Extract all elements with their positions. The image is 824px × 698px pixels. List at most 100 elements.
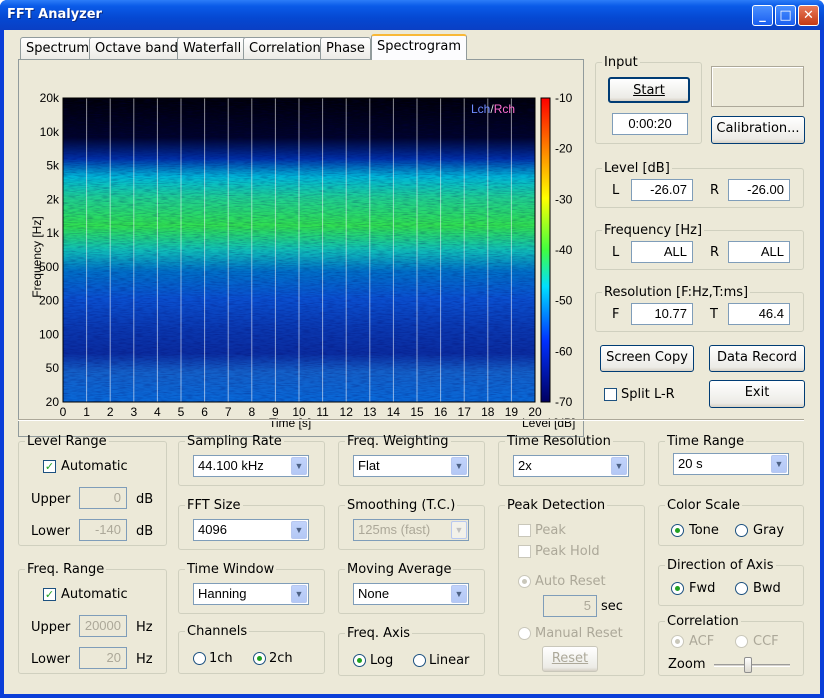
frequency-r-value: ALL	[728, 241, 790, 263]
start-button[interactable]: Start	[608, 77, 690, 103]
auto-reset-sec-unit: sec	[601, 599, 623, 614]
chevron-down-icon: ▼	[611, 457, 627, 475]
tab-spectrum[interactable]: Spectrum	[20, 37, 95, 59]
freq-range-title: Freq. Range	[27, 562, 105, 577]
correlation-title: Correlation	[667, 614, 739, 629]
title-bar[interactable]: FFT Analyzer _ □ ✕	[0, 0, 824, 30]
chevron-down-icon: ▼	[291, 521, 307, 539]
freq-axis-linear-label: Linear	[429, 653, 470, 668]
zoom-slider-track[interactable]	[714, 664, 790, 667]
chevron-down-icon: ▼	[291, 457, 307, 475]
fft-size-title: FFT Size	[187, 498, 241, 513]
time-resolution-value: 2x	[518, 458, 532, 473]
zoom-slider-thumb[interactable]	[744, 657, 752, 673]
split-lr-checkbox[interactable]	[604, 388, 617, 401]
direction-title: Direction of Axis	[667, 558, 774, 573]
data-record-button[interactable]: Data Record	[709, 345, 805, 372]
sampling-rate-select[interactable]: 44.100 kHz ▼	[193, 455, 309, 477]
y-tick-label: 20k	[40, 91, 60, 105]
smoothing-select[interactable]: 125ms (fast) ▼	[353, 519, 469, 541]
x-tick-label: 13	[363, 405, 377, 419]
exit-button[interactable]: Exit	[709, 380, 805, 408]
auto-reset-radio[interactable]	[518, 575, 531, 588]
freq-upper-input[interactable]: 20000	[79, 615, 127, 637]
moving-average-select[interactable]: None ▼	[353, 583, 469, 605]
split-lr-label: Split L-R	[621, 387, 675, 402]
level-group-title: Level [dB]	[604, 161, 670, 176]
time-window-value: Hanning	[198, 586, 247, 601]
freq-range-automatic-checkbox[interactable]: ✓	[43, 588, 56, 601]
channels-1ch-radio[interactable]	[193, 652, 206, 665]
level-upper-input[interactable]: 0	[79, 487, 127, 509]
peak-hold-checkbox[interactable]	[518, 545, 531, 558]
screen-copy-button[interactable]: Screen Copy	[600, 345, 694, 372]
correlation-acf-label: ACF	[689, 634, 715, 649]
channels-2ch-radio[interactable]	[253, 652, 266, 665]
y-tick-label: 20	[46, 395, 60, 409]
x-tick-label: 0	[60, 405, 67, 419]
direction-bwd-radio[interactable]	[735, 582, 748, 595]
time-range-select[interactable]: 20 s ▼	[673, 453, 789, 475]
calibration-button[interactable]: Calibration...	[711, 116, 805, 144]
status-display	[711, 66, 804, 107]
color-scale-title: Color Scale	[667, 498, 741, 513]
freq-weighting-value: Flat	[358, 458, 380, 473]
resolution-f-label: F	[612, 307, 620, 322]
peak-checkbox[interactable]	[518, 524, 531, 537]
manual-reset-radio[interactable]	[518, 627, 531, 640]
fft-size-select[interactable]: 4096 ▼	[193, 519, 309, 541]
color-scale-gray-radio[interactable]	[735, 524, 748, 537]
moving-average-title: Moving Average	[347, 562, 452, 577]
freq-axis-log-radio[interactable]	[353, 654, 366, 667]
direction-fwd-radio[interactable]	[671, 582, 684, 595]
frequency-r-label: R	[710, 245, 720, 260]
resolution-t-value: 46.4	[728, 303, 790, 325]
tab-octave-band[interactable]: Octave band	[89, 37, 184, 59]
tab-phase[interactable]: Phase	[320, 37, 371, 59]
level-lower-input[interactable]: -140	[79, 519, 127, 541]
level-range-automatic-checkbox[interactable]: ✓	[43, 460, 56, 473]
auto-reset-label: Auto Reset	[535, 574, 606, 589]
frequency-group-title: Frequency [Hz]	[604, 223, 703, 238]
correlation-acf-radio[interactable]	[671, 635, 684, 648]
color-scale-tone-radio[interactable]	[671, 524, 684, 537]
tab-spectrogram[interactable]: Spectrogram	[371, 34, 467, 60]
level-range-title: Level Range	[27, 434, 107, 449]
channels-title: Channels	[187, 624, 248, 639]
freq-upper-label: Upper	[31, 620, 71, 635]
level-range-automatic-label: Automatic	[61, 459, 128, 474]
maximize-icon[interactable]: □	[775, 5, 796, 26]
reset-button[interactable]: Reset	[542, 646, 598, 672]
peak-detection-title: Peak Detection	[507, 498, 606, 513]
chevron-down-icon: ▼	[451, 521, 467, 539]
chevron-down-icon: ▼	[291, 585, 307, 603]
y-tick-label: 10k	[40, 125, 60, 139]
time-resolution-select[interactable]: 2x ▼	[513, 455, 629, 477]
x-tick-label: 5	[178, 405, 185, 419]
moving-average-value: None	[358, 586, 390, 601]
x-tick-label: 3	[130, 405, 137, 419]
level-l-value: -26.07	[631, 179, 693, 201]
tab-correlation[interactable]: Correlation	[243, 37, 327, 59]
input-group-title: Input	[604, 55, 638, 70]
freq-weighting-select[interactable]: Flat ▼	[353, 455, 469, 477]
peak-hold-label: Peak Hold	[535, 544, 600, 559]
tab-waterfall[interactable]: Waterfall	[177, 37, 248, 59]
auto-reset-seconds-input[interactable]: 5	[543, 595, 597, 617]
y-tick-label: 50	[46, 361, 60, 375]
freq-axis-linear-radio[interactable]	[413, 654, 426, 667]
correlation-ccf-label: CCF	[753, 634, 779, 649]
color-scale-gray-label: Gray	[753, 523, 785, 538]
color-scale-tone-label: Tone	[689, 523, 719, 538]
colorbar	[540, 97, 551, 403]
x-tick-label: 6	[201, 405, 208, 419]
correlation-ccf-radio[interactable]	[735, 635, 748, 648]
x-tick-label: 12	[340, 405, 354, 419]
minimize-icon[interactable]: _	[752, 5, 773, 26]
time-window-select[interactable]: Hanning ▼	[193, 583, 309, 605]
resolution-group-title: Resolution [F:Hz,T:ms]	[604, 285, 749, 300]
freq-lower-input[interactable]: 20	[79, 647, 127, 669]
close-icon[interactable]: ✕	[798, 5, 819, 26]
x-tick-label: 1	[83, 405, 90, 419]
level-upper-label: Upper	[31, 492, 71, 507]
